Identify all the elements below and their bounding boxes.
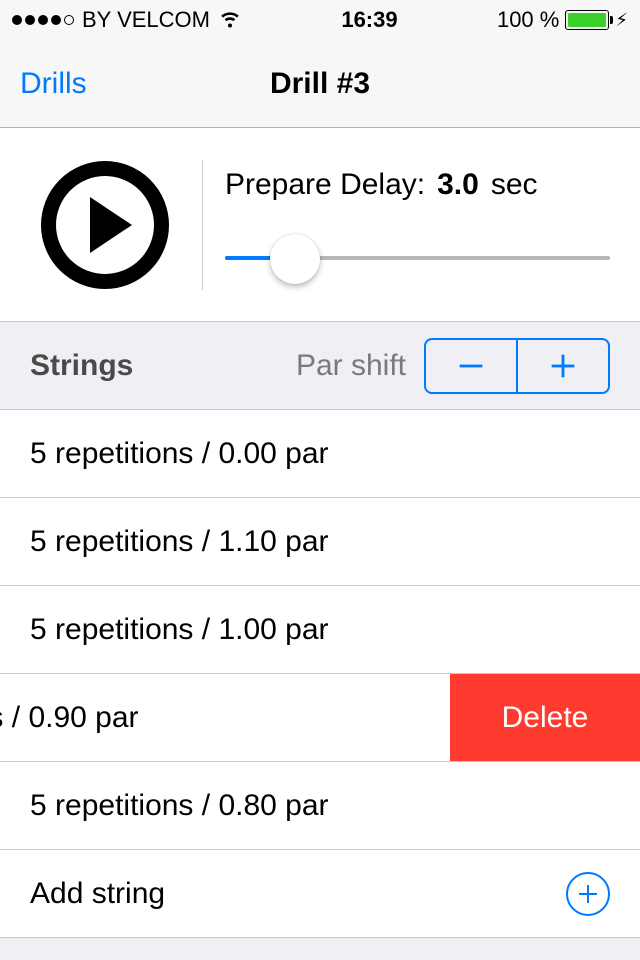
charging-icon: ⚡︎ [615,10,628,31]
par-shift-stepper [424,338,610,394]
slider-thumb-icon[interactable] [270,234,320,284]
delay-label: Prepare Delay: [225,168,425,202]
string-row[interactable]: 5 repetitions / 1.10 par [0,498,640,586]
nav-bar: Drills Drill #3 [0,40,640,128]
string-row-text: 5 repetitions / 1.00 par [30,613,610,647]
status-left: BY VELCOM [12,5,242,35]
delete-button[interactable]: Delete [450,674,640,761]
string-row-text: 5 repetitions / 0.00 par [30,437,610,471]
vertical-divider [202,160,203,290]
strings-section-header: Strings Par shift [0,322,640,410]
carrier-label: BY VELCOM [82,7,210,33]
delay-unit: sec [491,168,538,202]
delay-value: 3.0 [437,168,479,202]
add-string-row[interactable]: Add string [0,850,640,938]
clock: 16:39 [341,7,397,33]
back-button[interactable]: Drills [20,67,87,101]
par-shift-label: Par shift [296,349,406,383]
strings-title: Strings [30,349,133,383]
play-icon [90,197,132,253]
prepare-delay-panel: Prepare Delay: 3.0 sec [0,128,640,322]
footer-gap [0,938,640,960]
par-shift-increment[interactable] [518,340,608,392]
par-shift-decrement[interactable] [426,340,516,392]
delay-slider[interactable] [225,232,610,282]
string-row[interactable]: 5 repetitions / 0.80 par [0,762,640,850]
plus-circle-icon [566,872,610,916]
string-row[interactable]: 5 repetitions / 0.90 par Delete [0,674,640,762]
delay-readout: Prepare Delay: 3.0 sec [225,168,610,202]
page-title: Drill #3 [0,67,640,101]
signal-dots-icon [12,15,74,25]
status-right: 100 % ⚡︎ [497,7,628,33]
strings-list: 5 repetitions / 0.00 par 5 repetitions /… [0,410,640,938]
string-row-text: 5 repetitions / 1.10 par [30,525,610,559]
play-button[interactable] [41,161,169,289]
wifi-icon [218,5,242,35]
status-bar: BY VELCOM 16:39 100 % ⚡︎ [0,0,640,40]
battery-icon [565,10,609,30]
add-string-label: Add string [30,877,165,911]
battery-percent: 100 % [497,7,559,33]
string-row-text: 5 repetitions / 0.90 par [0,701,420,735]
string-row[interactable]: 5 repetitions / 1.00 par [0,586,640,674]
string-row-text: 5 repetitions / 0.80 par [30,789,610,823]
string-row[interactable]: 5 repetitions / 0.00 par [0,410,640,498]
